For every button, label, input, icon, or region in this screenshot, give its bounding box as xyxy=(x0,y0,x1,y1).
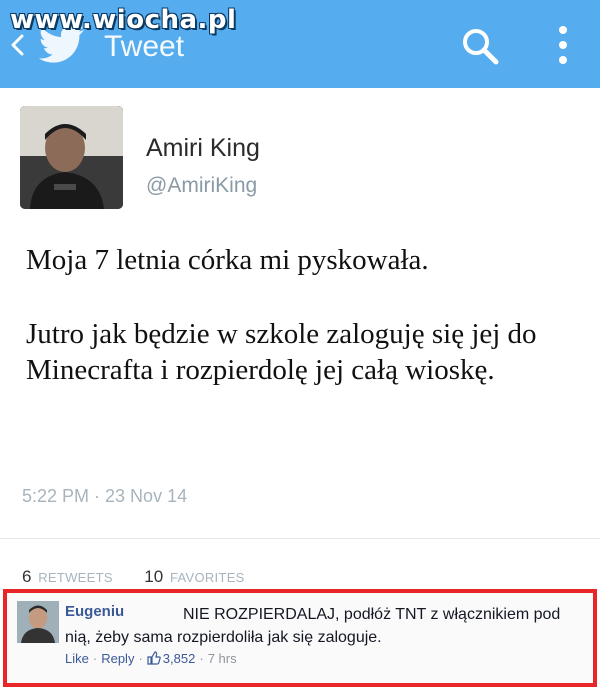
favorites-count[interactable]: 10 xyxy=(144,567,163,586)
user-handle[interactable]: @AmiriKing xyxy=(146,174,257,198)
commenter-name[interactable]: Eugeniu xyxy=(65,603,124,620)
retweets-count[interactable]: 6 xyxy=(22,567,31,586)
retweets-label[interactable]: RETWEETS xyxy=(38,570,113,585)
comment-text: NIE ROZPIERDALAJ, podłóż TNT z włączniki… xyxy=(65,603,585,649)
tweet-line-1: Moja 7 letnia córka mi pyskowała. xyxy=(26,244,429,276)
thumbs-up-icon[interactable] xyxy=(147,651,161,665)
more-vert-icon[interactable] xyxy=(548,20,578,70)
comment-body: NIE ROZPIERDALAJ, podłóż TNT z włączniki… xyxy=(65,606,561,646)
tweet-stats: 6 RETWEETS 10 FAVORITES xyxy=(22,567,245,587)
user-name[interactable]: Amiri King xyxy=(146,134,260,163)
comment-time: 7 hrs xyxy=(207,651,237,666)
tweet-timestamp: 5:22 PM · 23 Nov 14 xyxy=(22,486,188,506)
commenter-avatar[interactable] xyxy=(17,601,59,643)
tweet-text: Moja 7 letnia córka mi pyskowała. Jutro … xyxy=(26,242,586,388)
watermark: www.wiocha.pl xyxy=(10,5,237,35)
likes-count[interactable]: 3,852 xyxy=(163,651,196,666)
comment-actions: Like · Reply · 3,852 · 7 hrs xyxy=(65,651,237,666)
tweet-line-2: Jutro jak będzie w szkole zaloguję się j… xyxy=(26,318,537,386)
search-icon[interactable] xyxy=(458,24,502,68)
page-title: Tweet xyxy=(104,30,185,63)
favorites-label[interactable]: FAVORITES xyxy=(170,570,245,585)
avatar[interactable] xyxy=(20,106,123,209)
reply-link[interactable]: Reply xyxy=(101,651,134,666)
comment-box: NIE ROZPIERDALAJ, podłóż TNT z włączniki… xyxy=(3,589,597,687)
divider xyxy=(0,538,600,539)
like-link[interactable]: Like xyxy=(65,651,89,666)
app-bar: Tweet www.wiocha.pl xyxy=(0,0,600,88)
